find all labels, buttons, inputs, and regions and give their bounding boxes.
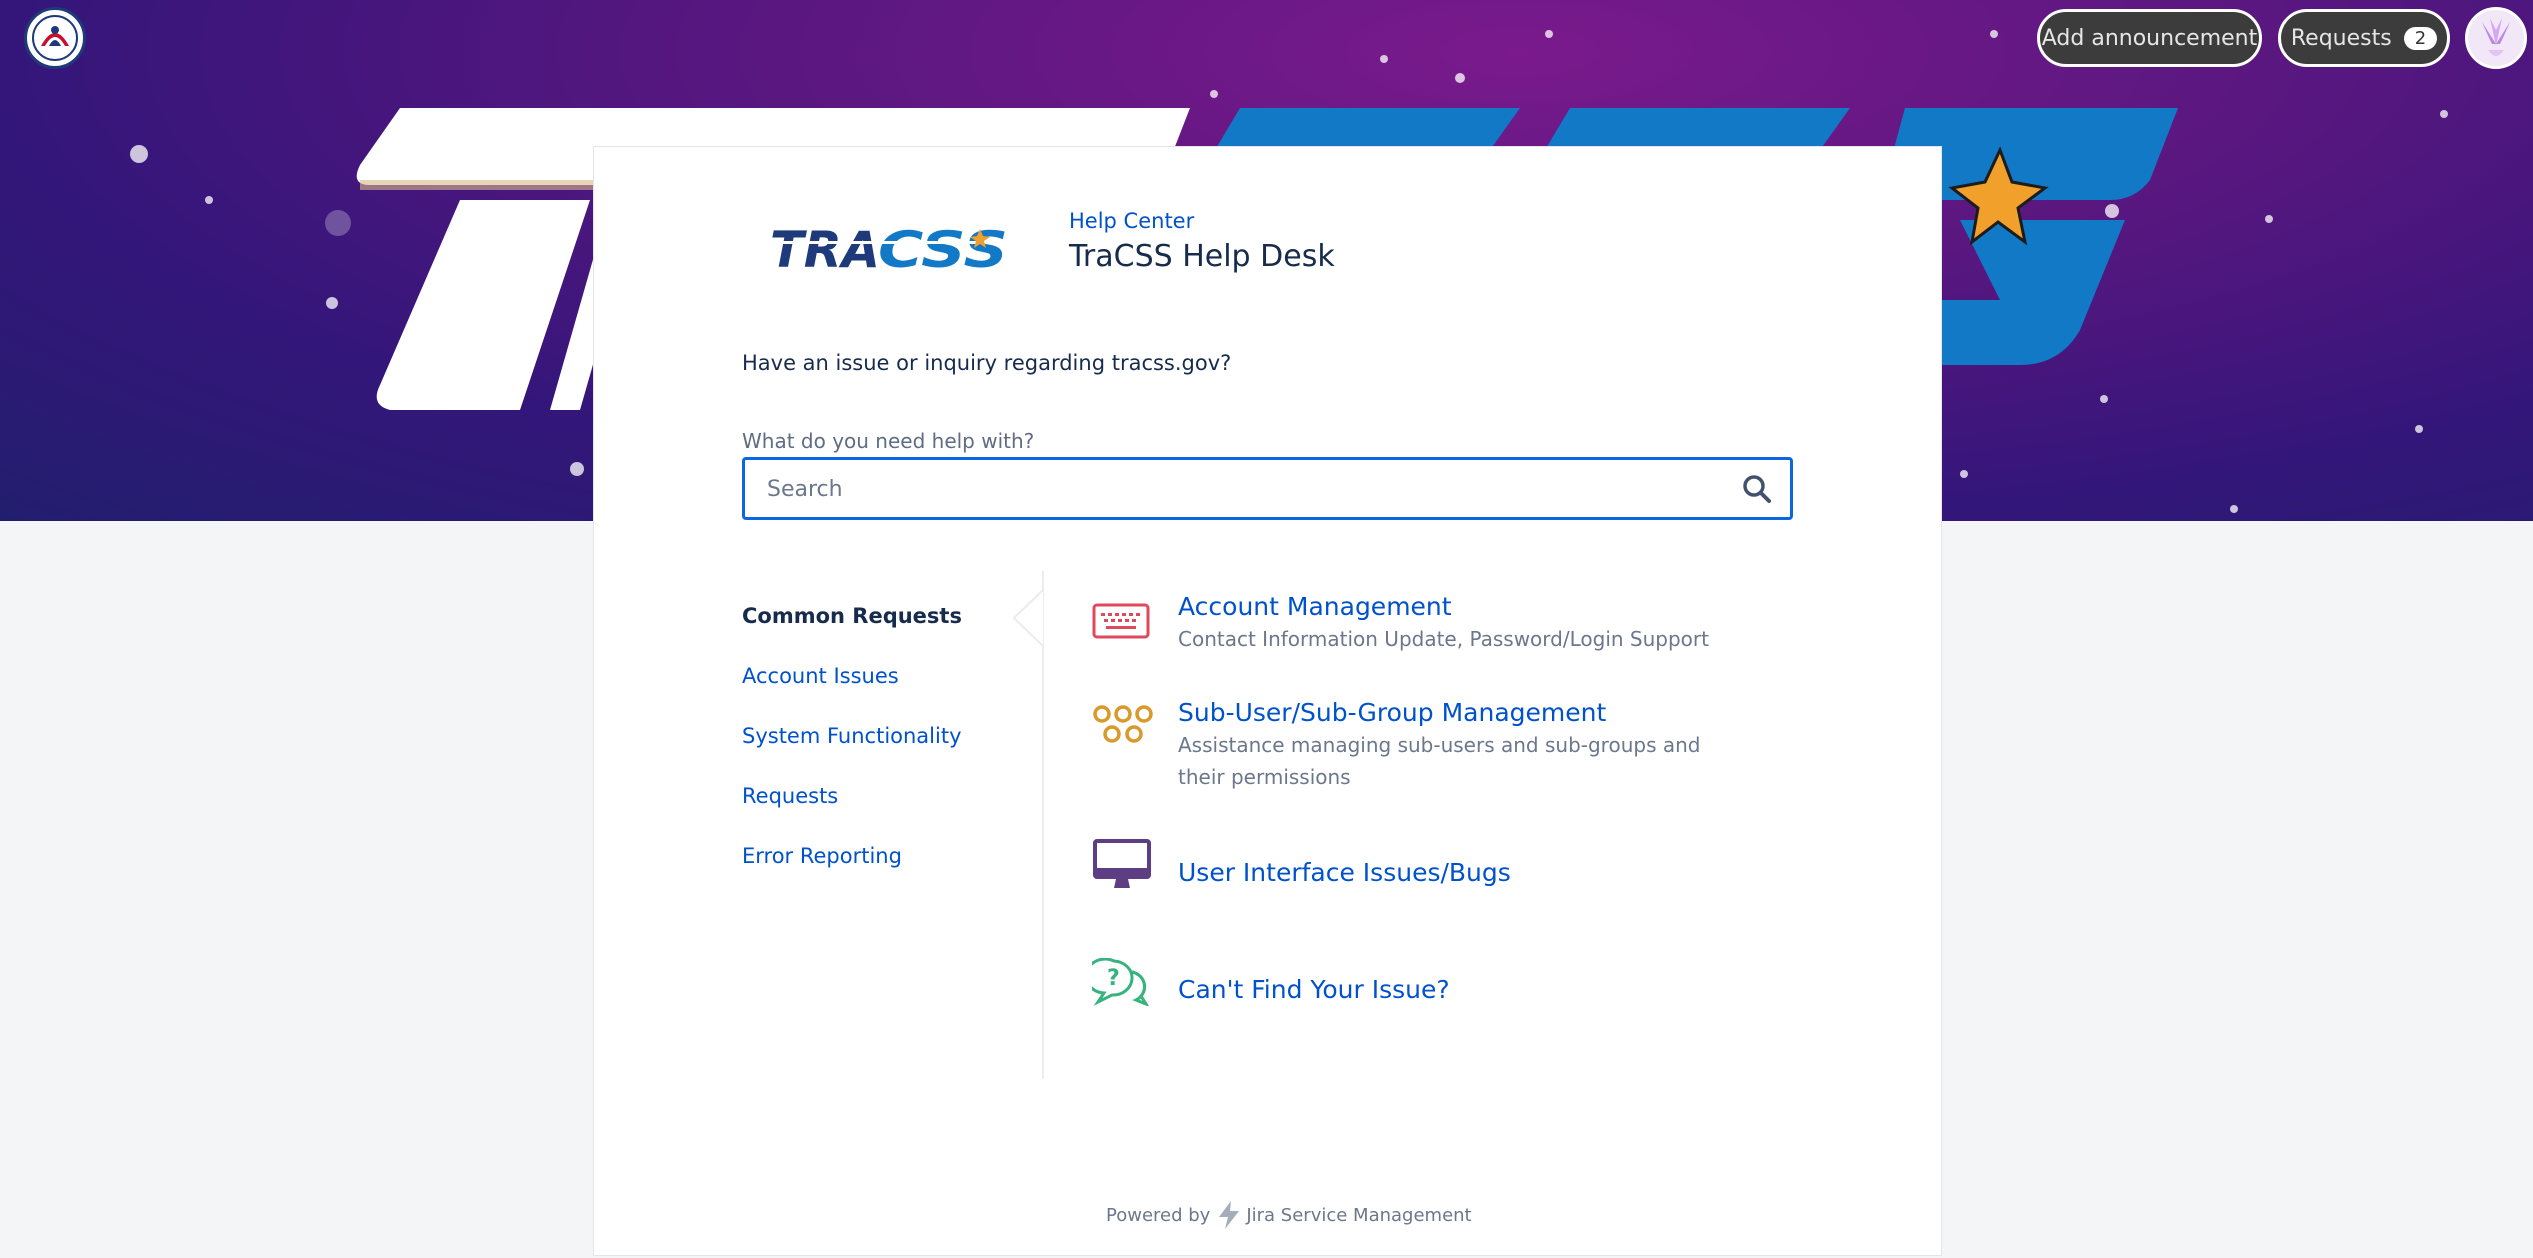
sidebar-item-system-functionality[interactable]: System Functionality: [742, 724, 962, 748]
sidebar-item-account-issues[interactable]: Account Issues: [742, 664, 899, 688]
requests-count-badge: 2: [2403, 26, 2438, 50]
sidebar-item-requests[interactable]: Requests: [742, 784, 838, 808]
nav-divider: [1042, 571, 1044, 1079]
svg-text:?: ?: [1107, 966, 1120, 991]
request-account-management-description: Contact Information Update, Password/Log…: [1178, 627, 1709, 651]
jira-bolt-icon: [1219, 1201, 1240, 1229]
active-nav-indicator: [1012, 590, 1044, 646]
search-icon[interactable]: [1742, 474, 1772, 504]
powered-by-label: Powered by: [1106, 1204, 1211, 1226]
jira-service-management-link[interactable]: Jira Service Management: [1246, 1205, 1471, 1226]
search-input[interactable]: [765, 460, 1729, 519]
search-field[interactable]: [742, 457, 1793, 520]
search-label: What do you need help with?: [742, 429, 1035, 453]
tracss-logo-tra: TRA: [770, 225, 880, 275]
add-announcement-label: Add announcement: [2041, 25, 2258, 51]
group-icon: [1093, 705, 1153, 743]
user-avatar[interactable]: [2465, 7, 2527, 69]
requests-button[interactable]: Requests 2: [2278, 9, 2450, 67]
request-cant-find-issue[interactable]: Can't Find Your Issue?: [1178, 975, 1450, 1004]
request-account-management[interactable]: Account Management: [1178, 592, 1452, 621]
page-title: TraCSS Help Desk: [1069, 239, 1335, 274]
request-sub-user-management-description: Assistance managing sub-users and sub-gr…: [1178, 733, 1701, 789]
portal-intro-text: Have an issue or inquiry regarding tracs…: [742, 351, 1232, 375]
sidebar-item-common-requests[interactable]: Common Requests: [742, 604, 962, 628]
keyboard-icon: [1092, 603, 1150, 639]
sidebar-item-error-reporting[interactable]: Error Reporting: [742, 844, 902, 868]
monitor-icon: [1093, 839, 1151, 888]
requests-label: Requests: [2290, 25, 2392, 51]
request-ui-issues-bugs[interactable]: User Interface Issues/Bugs: [1178, 858, 1511, 887]
powered-by-footer: Powered by Jira Service Management: [1106, 1200, 1472, 1230]
breadcrumb-help-center[interactable]: Help Center: [1069, 209, 1194, 233]
tracss-logo-css: CSS: [878, 225, 1008, 275]
request-sub-user-management[interactable]: Sub-User/Sub-Group Management: [1178, 698, 1606, 727]
tracss-logo[interactable]: TRA CSS: [770, 225, 1015, 275]
agency-seal-logo[interactable]: [24, 7, 86, 69]
question-chat-icon: ?: [1092, 958, 1150, 1006]
add-announcement-button[interactable]: Add announcement: [2037, 9, 2262, 67]
